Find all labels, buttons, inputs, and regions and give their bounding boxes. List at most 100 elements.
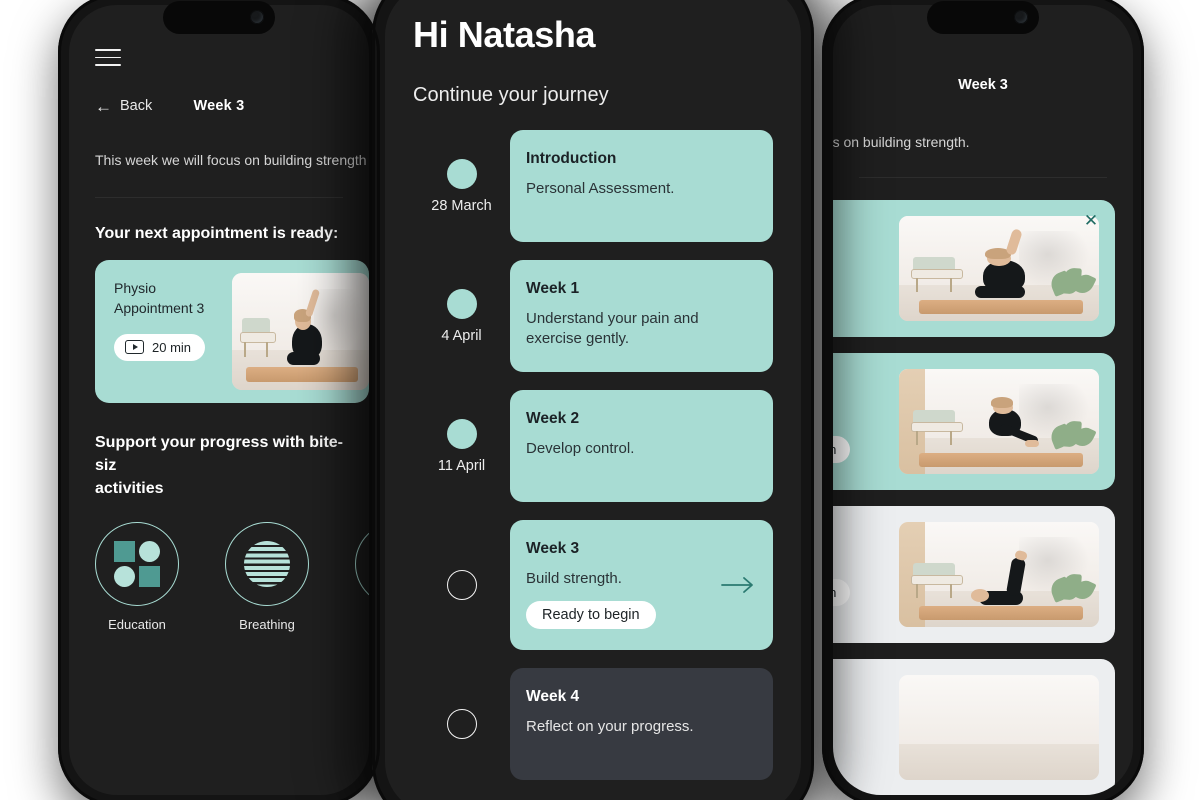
exercise-duration-pill[interactable]: 2-3 min — [833, 436, 851, 464]
exercise-title: Modified Mermaid — [833, 380, 891, 421]
phone-left: ← Back Week 3 This week we will focus on… — [58, 0, 380, 800]
exercise-info: Jackknife 2-3 min — [833, 543, 899, 606]
close-x-icon[interactable]: ✕ — [1083, 212, 1099, 229]
breathing-striped-circle-icon — [225, 522, 309, 607]
appointment-thumbnail — [232, 272, 369, 390]
timeline-row: Week 4 Reflect on your progress. — [413, 668, 773, 780]
hamburger-menu-icon[interactable] — [95, 49, 121, 66]
timeline-card-active[interactable]: Week 3 Build strength. Ready to begin — [510, 520, 773, 650]
timeline-dot-filled-icon — [446, 288, 477, 319]
exercise-thumbnail — [899, 522, 1099, 627]
appointment-duration-pill[interactable]: 20 min — [114, 333, 206, 361]
screen-center: Hi Natasha Continue your journey 28 Marc… — [385, 0, 801, 800]
front-camera-icon — [1014, 10, 1028, 24]
activity-pilates[interactable]: Pil — [355, 522, 369, 632]
activities-row: Education Breathing Pil — [69, 522, 369, 632]
exercise-title: ted ek's on: — [833, 217, 891, 279]
list-item[interactable]: ted ek's on: 4/23 — [833, 200, 1115, 337]
timeline-gutter — [413, 668, 510, 780]
right-nav-row: Week 3 — [859, 77, 1107, 101]
phone-center: Hi Natasha Continue your journey 28 Marc… — [372, 0, 814, 800]
timeline-gutter — [413, 520, 510, 650]
appointment-card[interactable]: Physio Appointment 3 20 min — [95, 259, 369, 403]
timeline-gutter: 4 April — [413, 260, 510, 372]
education-grid-icon — [95, 522, 179, 607]
timeline-row: 4 April Week 1 Understand your pain and … — [413, 260, 773, 372]
activities-title-line1: Support your progress with bite-siz — [95, 433, 344, 475]
timeline-card[interactable]: Week 1 Understand your pain and exercise… — [510, 260, 773, 372]
timeline-gutter: 28 March — [413, 130, 510, 242]
week-intro-text: we will focus on building strength. — [833, 134, 970, 150]
exercise-info: Modified Mermaid 2-3 min — [833, 380, 899, 464]
appointment-info: Physio Appointment 3 20 min — [95, 260, 227, 403]
timeline-card-title: Week 1 — [526, 280, 580, 297]
page-title: Week 3 — [193, 98, 245, 114]
activity-label: Education — [108, 617, 166, 633]
timeline-date: 4 April — [441, 327, 482, 344]
timeline-card-description: Personal Assessment. — [526, 180, 675, 197]
exercise-duration-label: 2-3 min — [833, 585, 836, 600]
appointment-title-line1: Physio — [114, 279, 157, 296]
timeline-card-description: Reflect on your progress. — [526, 718, 694, 735]
screen-right: Week 3 we will focus on building strengt… — [833, 5, 1133, 795]
activity-label: Pil — [355, 617, 369, 632]
greeting-title: Hi Natasha — [413, 14, 596, 55]
activity-education[interactable]: Education — [95, 522, 179, 632]
exercise-info: ted ek's on: 4/23 — [833, 217, 899, 321]
timeline-card-title: Week 4 — [526, 688, 580, 705]
appointment-title: Physio Appointment 3 — [114, 279, 227, 319]
timeline-dot-hollow-icon — [446, 570, 477, 600]
screen-left: ← Back Week 3 This week we will focus on… — [69, 5, 369, 795]
page-title: Week 3 — [958, 77, 1008, 93]
timeline-date: 28 March — [431, 197, 492, 214]
list-item[interactable]: Jackknife 2-3 min — [833, 506, 1115, 643]
list-item[interactable] — [833, 659, 1115, 795]
exercise-thumbnail — [899, 369, 1099, 474]
exercise-thumbnail — [899, 216, 1099, 321]
activity-label: Breathing — [239, 617, 295, 633]
timeline-card[interactable]: Week 2 Develop control. — [510, 390, 773, 502]
exercise-list: ted ek's on: 4/23 — [833, 178, 1133, 795]
timeline-card[interactable]: Introduction Personal Assessment. — [510, 130, 773, 242]
timeline-dot-hollow-icon — [446, 709, 477, 739]
divider — [95, 196, 343, 198]
ready-to-begin-badge[interactable]: Ready to begin — [526, 600, 656, 629]
timeline-dot-filled-icon — [446, 418, 477, 449]
play-video-icon — [125, 340, 144, 355]
timeline-gutter: 11 April — [413, 390, 510, 502]
timeline-row: Week 3 Build strength. Ready to begin — [413, 520, 773, 650]
timeline-date: 11 April — [437, 457, 486, 474]
timeline-card[interactable]: Week 4 Reflect on your progress. — [510, 668, 773, 780]
mockup-stage: ← Back Week 3 This week we will focus on… — [0, 0, 1200, 800]
arrow-right-icon[interactable] — [721, 575, 755, 595]
appointment-section-title: Your next appointment is ready: — [95, 224, 339, 242]
appointment-duration-label: 20 min — [152, 339, 192, 355]
phone-notch-left — [163, 1, 275, 34]
timeline-card-title: Introduction — [526, 150, 617, 167]
front-camera-icon — [250, 10, 264, 24]
exercise-duration-label: 2-3 min — [833, 442, 836, 457]
journey-subtitle: Continue your journey — [413, 84, 609, 106]
exercise-thumbnail — [899, 675, 1099, 780]
phone-notch-right — [927, 1, 1039, 34]
timeline-row: 11 April Week 2 Develop control. — [413, 390, 773, 502]
center-content: Hi Natasha Continue your journey 28 Marc… — [385, 0, 801, 780]
activities-title-line2: activities — [95, 480, 164, 498]
timeline-row: 28 March Introduction Personal Assessmen… — [413, 130, 773, 242]
exercise-title: Jackknife — [833, 543, 891, 564]
phone-right: Week 3 we will focus on building strengt… — [822, 0, 1144, 800]
timeline-card-title: Week 3 — [526, 540, 580, 557]
left-nav-row: ← Back Week 3 — [95, 94, 343, 118]
timeline-card-description: Develop control. — [526, 440, 635, 457]
week-intro-text: This week we will focus on building stre… — [95, 152, 367, 168]
pilates-circle-icon — [355, 522, 369, 607]
list-item[interactable]: Modified Mermaid 2-3 min — [833, 353, 1115, 490]
activity-breathing[interactable]: Breathing — [225, 522, 309, 632]
journey-timeline: 28 March Introduction Personal Assessmen… — [413, 130, 773, 780]
activities-section-title: Support your progress with bite-siz acti… — [69, 431, 369, 501]
timeline-card-description: Build strength. — [526, 570, 622, 587]
timeline-card-title: Week 2 — [526, 410, 580, 427]
exercise-duration-pill[interactable]: 2-3 min — [833, 578, 851, 606]
timeline-dot-filled-icon — [446, 158, 477, 189]
appointment-title-line2: Appointment 3 — [114, 299, 205, 316]
